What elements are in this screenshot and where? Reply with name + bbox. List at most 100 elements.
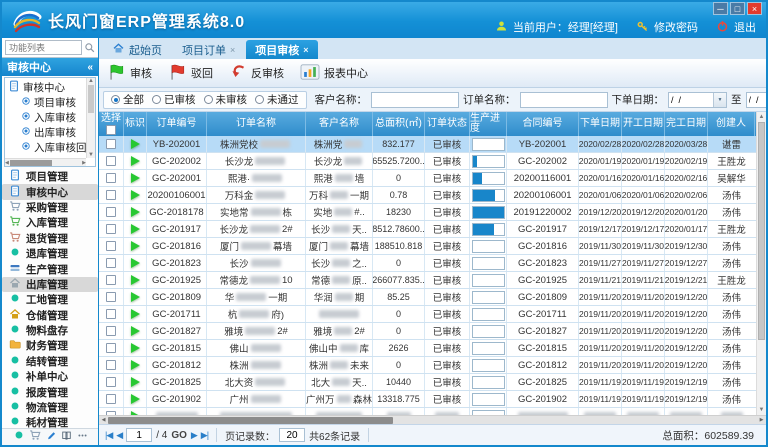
sidebar-item[interactable]: 退库管理 — [2, 246, 98, 261]
row-checkbox[interactable] — [106, 309, 116, 319]
sidebar-item[interactable]: 财务管理 — [2, 338, 98, 353]
sidebar-item[interactable]: 生产管理 — [2, 261, 98, 276]
chevron-down-icon[interactable]: ▼ — [713, 93, 726, 107]
column-header[interactable]: 总面积(㎡) — [373, 112, 425, 136]
sidebar-item[interactable]: 审核中心 — [2, 184, 98, 199]
grid-vertical-scrollbar[interactable]: ▲ ▼ — [756, 112, 766, 415]
column-header[interactable]: 订单状态 — [425, 112, 470, 136]
toolbar-button-审核[interactable]: 审核 — [107, 63, 152, 84]
next-page-button[interactable]: ▶ — [191, 430, 197, 441]
column-header[interactable]: 合同编号 — [507, 112, 579, 136]
table-row[interactable]: GC-201711杭府)0已审核GC-2017112019/11/202019/… — [99, 306, 756, 323]
minimize-button[interactable]: ─ — [713, 2, 728, 15]
logout-link[interactable]: 退出 — [734, 19, 756, 35]
row-checkbox[interactable] — [106, 326, 116, 336]
scrollbar-thumb[interactable] — [758, 122, 765, 340]
table-row[interactable]: GC-201917长沙龙2#长沙天..8512.78600..已审核GC-201… — [99, 221, 756, 238]
sidebar-item[interactable]: 出库管理 — [2, 277, 98, 292]
column-header[interactable]: 开工日期 — [622, 112, 665, 136]
scrollbar-thumb[interactable] — [108, 417, 393, 424]
table-row[interactable]: GC-2018178实地常栋实地#..18230已审核2019122000220… — [99, 204, 756, 221]
table-row[interactable]: GC-202001熙港·熙港墙0已审核202001160012020/01/16… — [99, 170, 756, 187]
toolbar-button-报表中心[interactable]: 报表中心 — [300, 63, 368, 84]
grid-horizontal-scrollbar[interactable]: ◀ ▶ — [99, 415, 766, 424]
row-checkbox[interactable] — [106, 241, 116, 251]
select-all-checkbox[interactable] — [106, 125, 116, 135]
tree-root-node[interactable]: 审核中心 — [8, 80, 85, 95]
cart-icon[interactable] — [29, 428, 41, 446]
row-checkbox[interactable] — [106, 411, 116, 415]
first-page-button[interactable]: |◀ — [105, 430, 112, 441]
column-header[interactable]: 标识 — [124, 112, 147, 136]
close-tab-icon[interactable]: × — [230, 45, 235, 55]
table-row[interactable]: GC-201823长沙长沙之..0已审核GC-2018232019/11/272… — [99, 255, 756, 272]
radio-未通过[interactable]: 未通过 — [255, 92, 299, 107]
table-row[interactable]: GC-201809华一期华润期85.25已审核GC-2018092019/11/… — [99, 289, 756, 306]
order-date-from-input[interactable] — [669, 93, 713, 107]
order-date-to-input[interactable] — [747, 93, 767, 107]
radio-dot-icon[interactable] — [152, 95, 161, 104]
tab-项目订单[interactable]: 项目订单× — [173, 40, 244, 59]
radio-全部[interactable]: 全部 — [111, 92, 144, 107]
tab-项目审核[interactable]: 项目审核× — [246, 40, 317, 59]
table-row[interactable]: GC-201815佛山佛山中库2626已审核GC-2018152019/11/2… — [99, 340, 756, 357]
close-tab-icon[interactable]: × — [303, 45, 308, 55]
change-password-link[interactable]: 修改密码 — [654, 19, 698, 35]
table-row[interactable]: 20200106001万科金万科一期0.78已审核202001060012020… — [99, 187, 756, 204]
tab-起始页[interactable]: 起始页 — [103, 40, 171, 59]
sidebar-item[interactable]: 报废管理 — [2, 384, 98, 399]
table-row[interactable]: YB-202001株洲党校株洲党832.177已审核YB-2020012020/… — [99, 136, 756, 153]
maximize-button[interactable]: □ — [730, 2, 745, 15]
more-icon[interactable] — [77, 428, 88, 446]
table-row[interactable]: GC-201812株洲株洲未来0已审核GC-2018122019/11/2020… — [99, 357, 756, 374]
radio-dot-icon[interactable] — [204, 95, 213, 104]
prev-page-button[interactable]: ◀ — [116, 430, 122, 441]
page-number-input[interactable] — [126, 428, 152, 442]
column-header[interactable]: 创建人 — [708, 112, 755, 136]
collapse-icon[interactable]: « — [87, 62, 93, 73]
table-row[interactable]: GC-202002长沙龙长沙龙65525.7200..已审核GC-2020022… — [99, 153, 756, 170]
radio-dot-icon[interactable] — [255, 95, 264, 104]
toolbar-button-驳回[interactable]: 驳回 — [168, 63, 213, 84]
tree-horizontal-scrollbar[interactable]: ◀ ▶ — [5, 158, 86, 166]
column-header[interactable]: 生产进度 — [470, 112, 507, 136]
tree-vertical-scrollbar[interactable]: ▲ ▼ — [86, 78, 95, 158]
radio-已审核[interactable]: 已审核 — [152, 92, 196, 107]
table-row[interactable]: GC-201902广州广州万森林13318.775已审核GC-201902201… — [99, 391, 756, 408]
sidebar-item[interactable]: 采购管理 — [2, 200, 98, 215]
go-button[interactable]: GO — [171, 430, 187, 441]
table-row[interactable]: GC-201827雅境2#雅境2#0已审核GC-2018272019/11/20… — [99, 323, 756, 340]
row-checkbox[interactable] — [106, 343, 116, 353]
column-header[interactable]: 选择 — [99, 112, 124, 136]
sidebar-item[interactable]: 物流管理 — [2, 400, 98, 415]
sidebar-item[interactable]: 结转管理 — [2, 354, 98, 369]
table-row[interactable]: GC-201825北大资北大天..10440已审核GC-2018252019/1… — [99, 374, 756, 391]
sidebar-panel-header[interactable]: 审核中心 « — [2, 58, 98, 76]
row-checkbox[interactable] — [106, 156, 116, 166]
tree-node[interactable]: 入库审核 — [8, 110, 85, 125]
row-checkbox[interactable] — [106, 139, 116, 149]
row-checkbox[interactable] — [106, 292, 116, 302]
customer-name-input[interactable] — [371, 92, 459, 108]
sidebar-item[interactable]: 物料盘存 — [2, 323, 98, 338]
row-checkbox[interactable] — [106, 173, 116, 183]
last-page-button[interactable]: ▶| — [201, 430, 208, 441]
column-header[interactable]: 完工日期 — [665, 112, 708, 136]
book-icon[interactable] — [61, 428, 72, 446]
row-checkbox[interactable] — [106, 377, 116, 387]
column-header[interactable]: 下单日期 — [579, 112, 622, 136]
column-header[interactable]: 订单编号 — [147, 112, 207, 136]
sidebar-item[interactable]: 耗材管理 — [2, 415, 98, 428]
sidebar-item[interactable]: 仓储管理 — [2, 308, 98, 323]
radio-dot-icon[interactable] — [111, 95, 120, 104]
tree-node[interactable]: 入库审核回退 — [8, 140, 85, 155]
sidebar-item[interactable]: 项目管理 — [2, 169, 98, 184]
row-checkbox[interactable] — [106, 360, 116, 370]
page-size-input[interactable] — [279, 428, 305, 442]
sidebar-item[interactable]: 退货管理 — [2, 231, 98, 246]
tree-node[interactable]: 出库审核 — [8, 125, 85, 140]
pen-icon[interactable] — [46, 428, 57, 446]
table-row[interactable]: GC-201925常德龙10常德原..266077.835..已审核GC-201… — [99, 272, 756, 289]
column-header[interactable]: 客户名称 — [306, 112, 373, 136]
tree-node[interactable]: 项目审核 — [8, 95, 85, 110]
